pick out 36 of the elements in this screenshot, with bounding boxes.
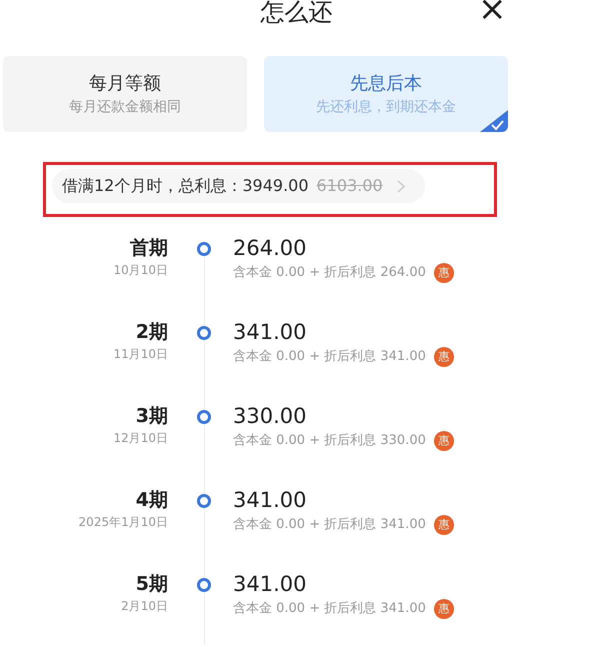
due-date: 2月10日 bbox=[120, 598, 168, 615]
payment-amount: 330.00 bbox=[233, 403, 308, 429]
payment-amount: 264.00 bbox=[233, 235, 308, 261]
timeline-dot bbox=[197, 410, 211, 424]
check-icon bbox=[480, 110, 508, 132]
discount-badge: 惠 bbox=[434, 347, 454, 367]
timeline-dot bbox=[197, 494, 211, 508]
discount-badge: 惠 bbox=[434, 599, 454, 619]
period-label: 4期 bbox=[134, 488, 168, 513]
discount-badge: 惠 bbox=[434, 515, 454, 535]
plan-option[interactable]: 先息后本 先还利息，到期还本金 bbox=[264, 56, 508, 132]
timeline-dot bbox=[197, 578, 211, 592]
due-date: 2025年1月10日 bbox=[78, 514, 168, 531]
timeline-dot bbox=[197, 242, 211, 256]
plan-option[interactable]: 每月等额 每月还款金额相同 bbox=[3, 56, 247, 132]
payment-detail: 含本金 0.00 + 折后利息 264.00 bbox=[233, 264, 426, 282]
discount-badge: 惠 bbox=[434, 263, 454, 283]
payment-amount: 341.00 bbox=[233, 571, 308, 597]
payment-amount: 341.00 bbox=[233, 487, 308, 513]
due-date: 12月10日 bbox=[112, 430, 168, 447]
chevron-right-icon bbox=[396, 180, 405, 192]
payment-detail: 含本金 0.00 + 折后利息 330.00 bbox=[233, 432, 426, 450]
payment-detail: 含本金 0.00 + 折后利息 341.00 bbox=[233, 600, 426, 618]
period-label: 3期 bbox=[134, 404, 168, 429]
timeline-dot bbox=[197, 326, 211, 340]
period-label: 首期 bbox=[129, 236, 168, 261]
period-label: 5期 bbox=[134, 572, 168, 597]
payment-detail: 含本金 0.00 + 折后利息 341.00 bbox=[233, 516, 426, 534]
period-label: 2期 bbox=[134, 320, 168, 345]
due-date: 11月10日 bbox=[112, 346, 168, 363]
payment-amount: 341.00 bbox=[233, 319, 308, 345]
due-date: 10月10日 bbox=[112, 262, 168, 279]
discount-badge: 惠 bbox=[434, 431, 454, 451]
dialog-title: 怎么还 bbox=[260, 0, 332, 28]
interest-summary[interactable]: 借满12个月时，总利息：3949.00 6103.00 bbox=[52, 169, 425, 203]
payment-detail: 含本金 0.00 + 折后利息 341.00 bbox=[233, 348, 426, 366]
